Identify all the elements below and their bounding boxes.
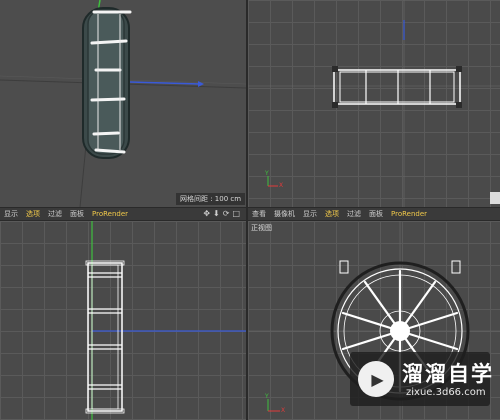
rotate-icon[interactable]: ⟳: [223, 209, 230, 218]
top-scene: [248, 0, 500, 207]
menu-options[interactable]: 选项: [26, 209, 40, 219]
play-logo-icon: ▶: [358, 361, 394, 397]
grid-spacing-readout: 网格间距 : 100 cm: [176, 193, 246, 205]
menu-panel[interactable]: 面板: [70, 209, 84, 219]
menu-options[interactable]: 选项: [325, 209, 339, 219]
menu-panel[interactable]: 面板: [369, 209, 383, 219]
menu-camera[interactable]: 摄像机: [274, 209, 295, 219]
watermark-title: 溜溜自学: [402, 362, 494, 386]
top-axis-y-label: Y: [265, 170, 269, 177]
menu-display[interactable]: 显示: [4, 209, 18, 219]
viewport-corner-tab[interactable]: [490, 192, 500, 204]
move-icon[interactable]: ✥: [203, 209, 210, 218]
menu-display[interactable]: 显示: [303, 209, 317, 219]
front-viewport-menubar: 查看 摄像机 显示 选项 过滤 面板 ProRender: [248, 207, 500, 221]
site-watermark: ▶ 溜溜自学 zixue.3d66.com: [350, 352, 492, 406]
front-axis-x-label: X: [281, 407, 286, 414]
viewport-nav-icons: ✥ ⬇ ⟳ □: [203, 209, 240, 218]
down-arrow-icon[interactable]: ⬇: [213, 209, 220, 218]
menu-filter[interactable]: 过滤: [48, 209, 62, 219]
menu-prorender[interactable]: ProRender: [391, 210, 427, 218]
right-scene: [85, 221, 246, 420]
top-axis-x-label: X: [279, 182, 284, 189]
top-viewport[interactable]: Y X: [248, 0, 500, 207]
wheel-top-outline: [333, 69, 461, 105]
menu-view[interactable]: 查看: [252, 209, 266, 219]
front-axis-y-label: Y: [265, 393, 269, 400]
perspective-scene: [0, 0, 246, 207]
menu-filter[interactable]: 过滤: [347, 209, 361, 219]
perspective-viewport[interactable]: 网格间距 : 100 cm: [0, 0, 246, 207]
watermark-url: zixue.3d66.com: [406, 387, 486, 398]
square-icon[interactable]: □: [232, 209, 240, 218]
menu-prorender[interactable]: ProRender: [92, 210, 128, 218]
right-viewport[interactable]: [0, 221, 246, 420]
right-viewport-menubar: 显示 选项 过滤 面板 ProRender ✥ ⬇ ⟳ □: [0, 207, 246, 221]
viewport-divider[interactable]: [246, 0, 248, 420]
